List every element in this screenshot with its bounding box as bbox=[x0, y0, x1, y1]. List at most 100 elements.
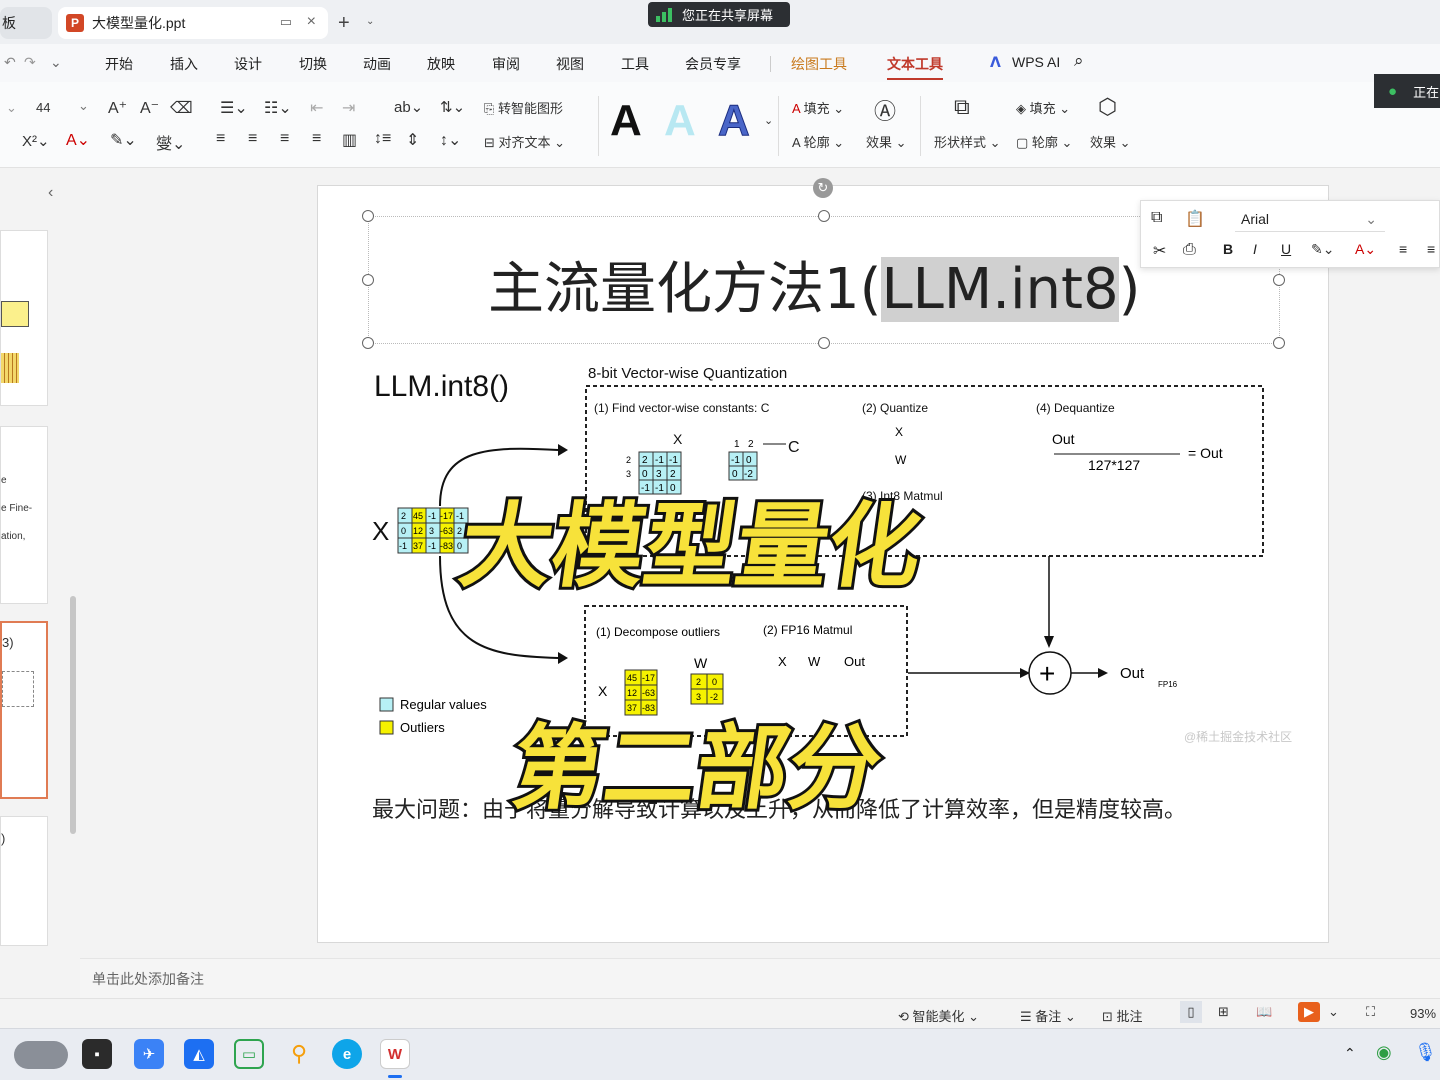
wps-ai-icon[interactable]: ᐱ bbox=[990, 54, 1001, 71]
paragraph-spacing-icon[interactable]: ⇕ bbox=[406, 130, 419, 150]
paste-icon[interactable]: 📋 bbox=[1185, 209, 1205, 229]
bullet-list-icon[interactable]: ☰⌄ bbox=[220, 98, 248, 118]
shape-outline-button[interactable]: ▢ 轮廓 ⌄ bbox=[1016, 132, 1072, 151]
notes-toggle-button[interactable]: ☰ 备注 ⌄ bbox=[1020, 1006, 1076, 1025]
decrease-font-icon[interactable]: A⁻ bbox=[140, 98, 159, 118]
search-icon[interactable]: ⌕ bbox=[1074, 51, 1084, 71]
slideshow-chevron-icon[interactable]: ⌄ bbox=[1328, 1004, 1339, 1020]
char-spacing-icon[interactable]: 燮⌄ bbox=[156, 130, 185, 154]
tab-monitor-icon[interactable]: ▭ bbox=[280, 14, 292, 30]
align-more-icon[interactable]: ≡ bbox=[1427, 241, 1435, 257]
tab-active-document[interactable]: P 大模型量化.ppt ▭ × bbox=[58, 7, 328, 39]
slide-title[interactable]: 主流量化方法1(LLM.int8) bbox=[488, 244, 1141, 325]
shape-effect-button[interactable]: 效果 ⌄ bbox=[1090, 132, 1131, 151]
shape-style-icon[interactable]: ⧉ bbox=[954, 94, 970, 120]
recording-widget[interactable]: ● 正在 bbox=[1374, 74, 1440, 108]
menu-item-review[interactable]: 审阅 bbox=[492, 54, 520, 74]
text-direction-icon[interactable]: ab⌄ bbox=[394, 98, 423, 116]
undo-icon[interactable]: ↶ bbox=[4, 54, 16, 71]
tray-expand-chevron-icon[interactable]: ⌃ bbox=[1344, 1045, 1356, 1062]
text-outline-button[interactable]: A 轮廓 ⌄ bbox=[792, 132, 844, 151]
smart-beautify-button[interactable]: ⟲ 智能美化 ⌄ bbox=[898, 1006, 979, 1025]
text-effect-button[interactable]: 效果 ⌄ bbox=[866, 132, 907, 151]
new-tab-button[interactable]: + bbox=[338, 12, 350, 35]
highlight-color-icon[interactable]: ✎⌄ bbox=[1311, 241, 1334, 258]
align-text-button[interactable]: ⊟ 对齐文本 ⌄ bbox=[484, 132, 565, 151]
meeting-app-icon[interactable]: ◭ bbox=[184, 1039, 214, 1069]
smart-shape-button[interactable]: ⎘ 转智能图形 bbox=[484, 98, 563, 117]
menu-item-drawing-tools[interactable]: 绘图工具 bbox=[791, 54, 847, 74]
increase-font-icon[interactable]: A⁺ bbox=[108, 98, 127, 118]
font-color-icon[interactable]: A⌄ bbox=[66, 130, 90, 150]
resize-handle[interactable] bbox=[818, 210, 830, 222]
align-center-icon[interactable]: ≡ bbox=[248, 130, 257, 148]
menu-item-animation[interactable]: 动画 bbox=[363, 54, 391, 74]
superscript-icon[interactable]: X²⌄ bbox=[22, 132, 50, 150]
notes-pane[interactable]: 单击此处添加备注 bbox=[80, 958, 1440, 998]
menu-item-transition[interactable]: 切换 bbox=[299, 54, 327, 74]
menu-item-tools[interactable]: 工具 bbox=[621, 54, 649, 74]
menu-item-insert[interactable]: 插入 bbox=[170, 54, 198, 74]
menu-item-design[interactable]: 设计 bbox=[234, 54, 262, 74]
slide-thumbnail-1[interactable] bbox=[0, 230, 48, 406]
italic-icon[interactable]: I bbox=[1253, 241, 1257, 257]
line-spacing-icon[interactable]: ↕≡ bbox=[374, 130, 391, 148]
edge-browser-icon[interactable]: e bbox=[332, 1039, 362, 1069]
play-slideshow-icon[interactable]: ▶ bbox=[1298, 1002, 1320, 1022]
text-style-blue-swatch[interactable]: A bbox=[718, 96, 751, 146]
slide-thumbnail-4[interactable]: ) bbox=[0, 816, 48, 946]
font-color-icon[interactable]: A⌄ bbox=[1355, 241, 1376, 258]
reading-view-icon[interactable]: 📖 bbox=[1256, 1004, 1272, 1020]
text-style-black-swatch[interactable]: A bbox=[610, 96, 642, 146]
resize-handle[interactable] bbox=[1273, 337, 1285, 349]
menu-item-slideshow[interactable]: 放映 bbox=[427, 54, 455, 74]
resize-handle[interactable] bbox=[1273, 274, 1285, 286]
menu-item-home[interactable]: 开始 bbox=[105, 54, 133, 74]
quick-access-chevron-icon[interactable]: ⌄ bbox=[50, 54, 62, 71]
text-style-more-icon[interactable]: ⌄ bbox=[764, 114, 773, 127]
shape-style-button[interactable]: 形状样式 ⌄ bbox=[934, 132, 1001, 151]
font-name-select[interactable]: Arial ⌄ bbox=[1235, 208, 1385, 232]
resize-handle[interactable] bbox=[362, 210, 374, 222]
numbered-list-icon[interactable]: ☷⌄ bbox=[264, 98, 292, 118]
screen-share-app-icon[interactable]: ▭ bbox=[234, 1039, 264, 1069]
comment-button[interactable]: ⊡ 批注 bbox=[1102, 1006, 1143, 1025]
fit-window-icon[interactable]: ⛶ bbox=[1366, 1004, 1375, 1020]
tray-app-icon[interactable]: ◉ bbox=[1376, 1042, 1392, 1063]
menu-item-member[interactable]: 会员专享 bbox=[685, 54, 741, 74]
tab-list-chevron-icon[interactable]: ⌄ bbox=[366, 16, 374, 27]
justify-icon[interactable]: ≡ bbox=[312, 130, 321, 148]
distribute-icon[interactable]: ▥ bbox=[342, 130, 357, 150]
menu-item-wps-ai[interactable]: WPS AI bbox=[1012, 54, 1060, 70]
underline-icon[interactable]: U bbox=[1281, 241, 1291, 257]
bold-icon[interactable]: B bbox=[1223, 241, 1233, 257]
rotate-handle-icon[interactable]: ↻ bbox=[813, 178, 833, 198]
increase-indent-icon[interactable]: ⇥ bbox=[342, 98, 355, 118]
spacing-dropdown-icon[interactable]: ↕⌄ bbox=[440, 130, 461, 150]
text-fill-button[interactable]: A 填充 ⌄ bbox=[792, 98, 844, 117]
redo-icon[interactable]: ↷ bbox=[24, 54, 36, 71]
search-app-icon[interactable]: ⚲ bbox=[284, 1039, 314, 1069]
font-dropdown-chevron-icon[interactable]: ⌄ bbox=[6, 100, 17, 116]
align-left-icon[interactable]: ≡ bbox=[216, 130, 225, 148]
wps-office-icon[interactable]: W bbox=[380, 1039, 410, 1069]
shape-effect-icon[interactable]: ⬡ bbox=[1098, 94, 1117, 120]
resize-handle[interactable] bbox=[362, 337, 374, 349]
screen-share-banner[interactable]: 您正在共享屏幕 bbox=[648, 2, 790, 27]
highlight-icon[interactable]: ✎⌄ bbox=[110, 130, 137, 150]
menu-item-view[interactable]: 视图 bbox=[556, 54, 584, 74]
feishu-icon[interactable]: ✈ bbox=[134, 1039, 164, 1069]
taskbar-app-icon[interactable]: ▪ bbox=[82, 1039, 112, 1069]
zoom-level[interactable]: 93% bbox=[1410, 1006, 1436, 1021]
slide-thumbnail-3-selected[interactable]: 3) bbox=[0, 621, 48, 799]
copy-format-icon[interactable]: ⧉ bbox=[1151, 209, 1162, 227]
resize-handle[interactable] bbox=[362, 274, 374, 286]
thumbnail-scrollbar[interactable] bbox=[70, 596, 76, 834]
tray-microphone-icon[interactable]: 🎙 bbox=[1414, 1042, 1437, 1063]
hippo-widget-icon[interactable] bbox=[14, 1041, 68, 1069]
cut-icon[interactable]: ✂ bbox=[1153, 241, 1166, 261]
slide-thumbnail-2[interactable]: e e Fine- ation, bbox=[0, 426, 48, 604]
normal-view-icon[interactable]: ▯ bbox=[1180, 1001, 1202, 1023]
font-size-chevron-icon[interactable]: ⌄ bbox=[78, 98, 89, 114]
sort-icon[interactable]: ⇅⌄ bbox=[440, 98, 465, 116]
